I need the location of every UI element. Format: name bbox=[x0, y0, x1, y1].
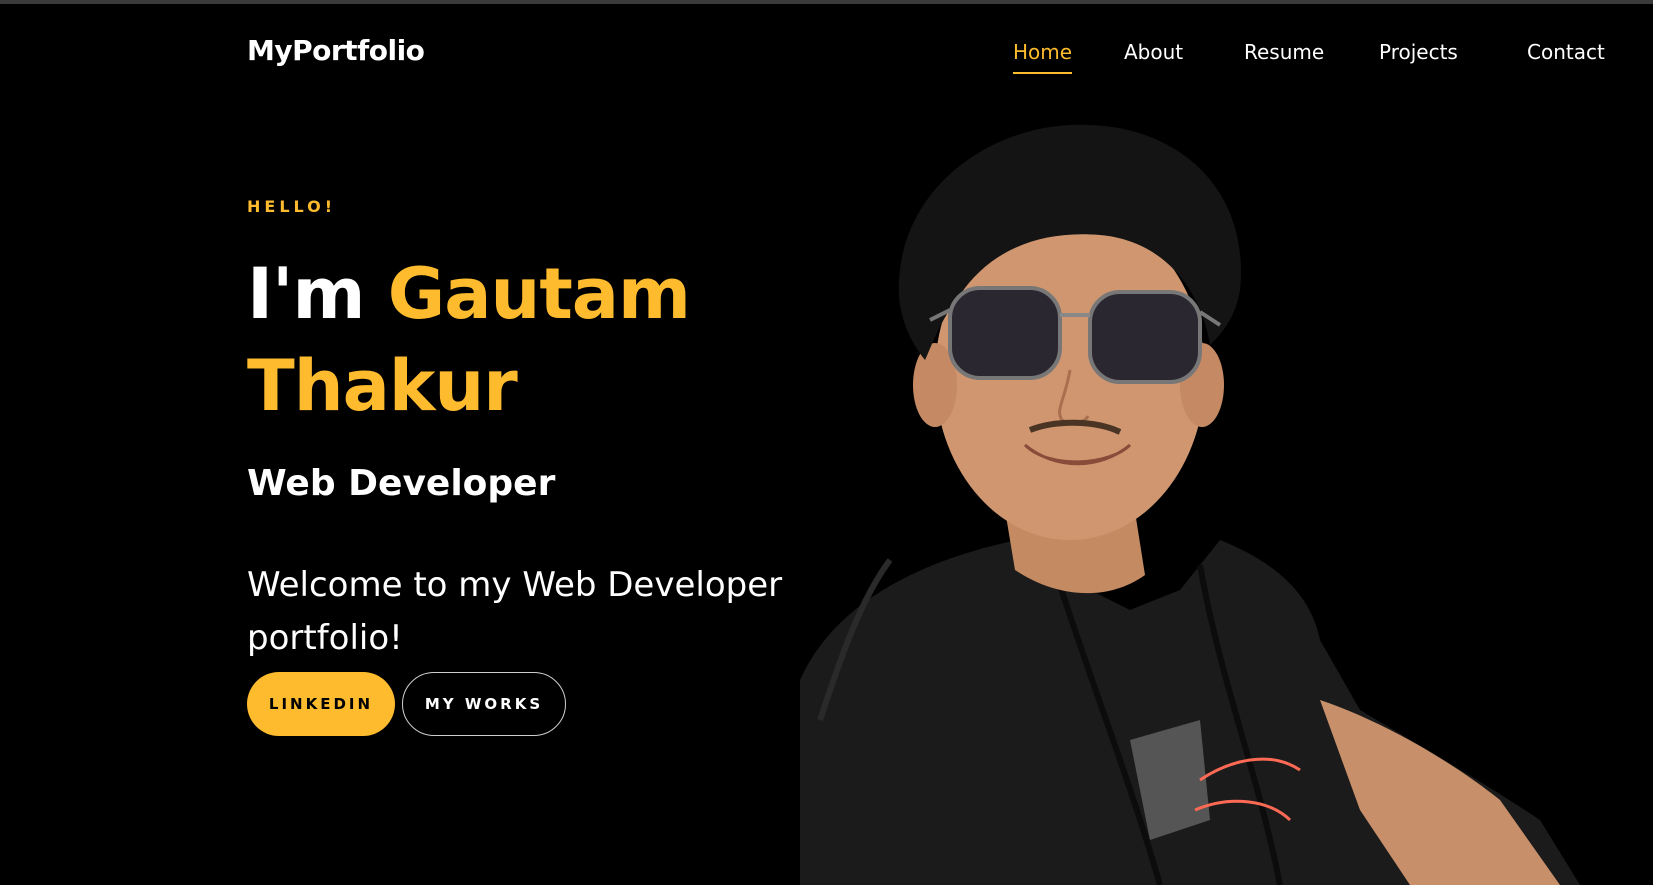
hero-welcome: Welcome to my Web Developer portfolio! bbox=[247, 565, 783, 658]
headline-prefix: I'm bbox=[247, 253, 388, 335]
name-first: Gautam bbox=[387, 253, 691, 335]
hero-eyebrow: HELLO! bbox=[247, 197, 337, 216]
main-nav: Home About Resume Projects Contact bbox=[1013, 40, 1653, 80]
hero-role: Web Developer bbox=[247, 463, 556, 504]
name-last: Thakur bbox=[247, 345, 518, 427]
nav-resume[interactable]: Resume bbox=[1244, 40, 1324, 72]
linkedin-button[interactable]: LINKEDIN bbox=[247, 672, 395, 736]
nav-about[interactable]: About bbox=[1124, 40, 1183, 72]
nav-projects[interactable]: Projects bbox=[1379, 40, 1458, 72]
brand-logo[interactable]: MyPortfolio bbox=[247, 34, 425, 67]
my-works-button[interactable]: MY WORKS bbox=[402, 672, 566, 736]
nav-contact[interactable]: Contact bbox=[1527, 40, 1605, 72]
nav-home[interactable]: Home bbox=[1013, 40, 1073, 74]
top-strip bbox=[0, 0, 1653, 4]
hero-headline: I'm Gautam Thakur bbox=[247, 248, 807, 432]
profile-photo bbox=[800, 124, 1580, 885]
